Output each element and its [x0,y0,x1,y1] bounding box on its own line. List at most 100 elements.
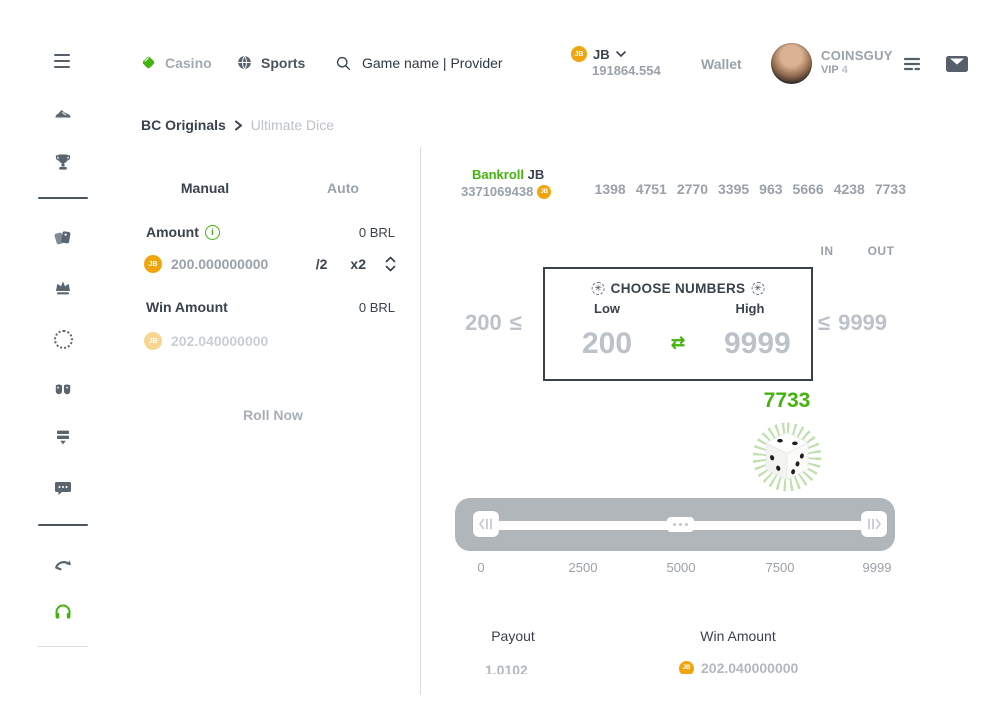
swap-icon[interactable]: ⇄ [671,333,685,353]
handle-left-icon [478,517,494,531]
mail-icon[interactable] [946,55,968,73]
avatar[interactable] [771,43,812,84]
chevron-down-icon [616,50,626,58]
casino-diamond-icon [140,54,157,71]
tick-label: 5000 [667,560,696,575]
vip-badge: VIP 4 [821,64,848,76]
chooser-title: CHOOSE NUMBERS [611,281,746,296]
sports-shoe-icon[interactable] [53,103,73,123]
chevron-up-icon [385,256,396,263]
bankroll-value: 3371069438 [461,184,533,199]
half-bet-button[interactable]: /2 [316,256,328,272]
bankroll-selector[interactable]: Bankroll JB [472,167,544,182]
search-icon [335,55,352,72]
slider-low-handle[interactable] [473,511,499,537]
handle-right-icon [866,517,882,531]
bankroll-label: Bankroll [472,167,524,182]
bc-originals-icon[interactable] [53,329,73,349]
search-input[interactable] [360,54,514,72]
sports-label: Sports [261,55,305,71]
bet-in-toggle[interactable]: IN [821,244,834,258]
promotions-tags-icon[interactable] [53,227,73,247]
low-input[interactable]: 200 [582,327,632,361]
coin-icon: JB [144,332,162,350]
coin-icon: JB [571,46,587,62]
sidebar-divider [38,646,88,647]
history-item[interactable]: 4751 [636,181,667,197]
upper-bound-value: 9999 [838,310,887,336]
breadcrumb-root[interactable]: BC Originals [141,117,226,133]
ultimate-dice-page: Casino Sports JB JB 191864.554 Wallet CO… [0,0,1000,707]
history-item[interactable]: 1398 [595,181,626,197]
tick-label: 0 [477,560,484,575]
chat-icon[interactable] [53,478,73,498]
lte-icon: ≤ [510,310,522,336]
win-amount-label: Win Amount [146,299,228,315]
slider-high-handle[interactable] [861,511,887,537]
amount-input[interactable]: 200.000000000 [171,256,307,272]
tab-auto[interactable]: Auto [327,180,359,196]
amount-row-label: Amount i [146,224,220,240]
currency-selector[interactable]: JB JB [571,46,626,62]
menu-icon[interactable] [54,54,70,68]
bet-out-toggle[interactable]: OUT [868,244,895,258]
amount-fiat: 0 BRL [359,225,395,240]
double-bet-button[interactable]: x2 [350,256,366,272]
trophy-icon[interactable] [53,152,73,172]
viewport-clip [425,674,1000,707]
range-slider[interactable] [455,498,895,551]
amount-input-row: JB 200.000000000 /2 x2 [144,255,396,273]
history-item[interactable]: 5666 [793,181,824,197]
nav-casino[interactable]: Casino [140,54,212,71]
affiliate-icon[interactable] [53,427,73,447]
chooser-header: ✳ CHOOSE NUMBERS ✳ [592,281,765,296]
high-label: High [736,301,765,316]
lower-bound-value: 200 [465,310,502,336]
slider-middle-handle[interactable] [667,517,694,532]
win-amount-fiat: 0 BRL [359,300,395,315]
swap-hand-icon[interactable] [53,553,73,573]
vip-crown-icon[interactable] [53,277,73,297]
games-masks-icon[interactable] [53,380,73,400]
chevron-right-icon [234,120,243,131]
bankroll-value-row: 3371069438 JB [461,184,551,199]
slider-ticks: 0 2500 5000 7500 9999 [455,560,895,576]
upper-bound: ≤ 9999 [818,310,887,336]
win-amount-value: 202.040000000 [171,333,268,349]
history-item[interactable]: 7733 [875,181,906,197]
history-item[interactable]: 3395 [718,181,749,197]
coin-icon: JB [144,255,162,273]
vip-level: 4 [842,64,848,76]
win-amount-row: JB 202.040000000 [144,332,268,350]
transactions-icon[interactable] [903,55,921,73]
coin-icon: JB [537,185,551,199]
amount-stepper[interactable] [385,256,396,272]
game-search[interactable] [335,54,514,72]
tick-label: 2500 [569,560,598,575]
username: COINSGUY [821,48,893,63]
dice-icon [759,428,815,484]
history-item[interactable]: 963 [759,181,782,197]
account-ticker: JB [593,47,610,62]
nav-sports[interactable]: Sports [236,54,305,71]
roll-now-button[interactable]: Roll Now [243,407,303,423]
high-input[interactable]: 9999 [724,327,790,361]
info-icon[interactable]: i [205,225,220,240]
history-item[interactable]: 4238 [834,181,865,197]
lte-icon: ≤ [818,310,830,336]
tick-label: 9999 [863,560,892,575]
amount-label: Amount [146,224,199,240]
sidebar-divider [38,197,88,199]
choose-numbers-box: ✳ CHOOSE NUMBERS ✳ Low High 200 ⇄ 9999 [543,267,813,381]
payout-label: Payout [491,628,535,644]
balance: 191864.554 [592,63,661,78]
support-headphones-icon[interactable] [53,601,73,621]
tab-manual[interactable]: Manual [181,180,229,196]
wallet-button[interactable]: Wallet [701,56,742,72]
history-item[interactable]: 2770 [677,181,708,197]
vip-label: VIP [821,64,839,76]
low-label: Low [594,301,620,316]
roll-history: 1398 4751 2770 3395 963 5666 4238 7733 [600,181,906,197]
lower-bound: 200 ≤ [465,310,522,336]
tick-label: 7500 [766,560,795,575]
